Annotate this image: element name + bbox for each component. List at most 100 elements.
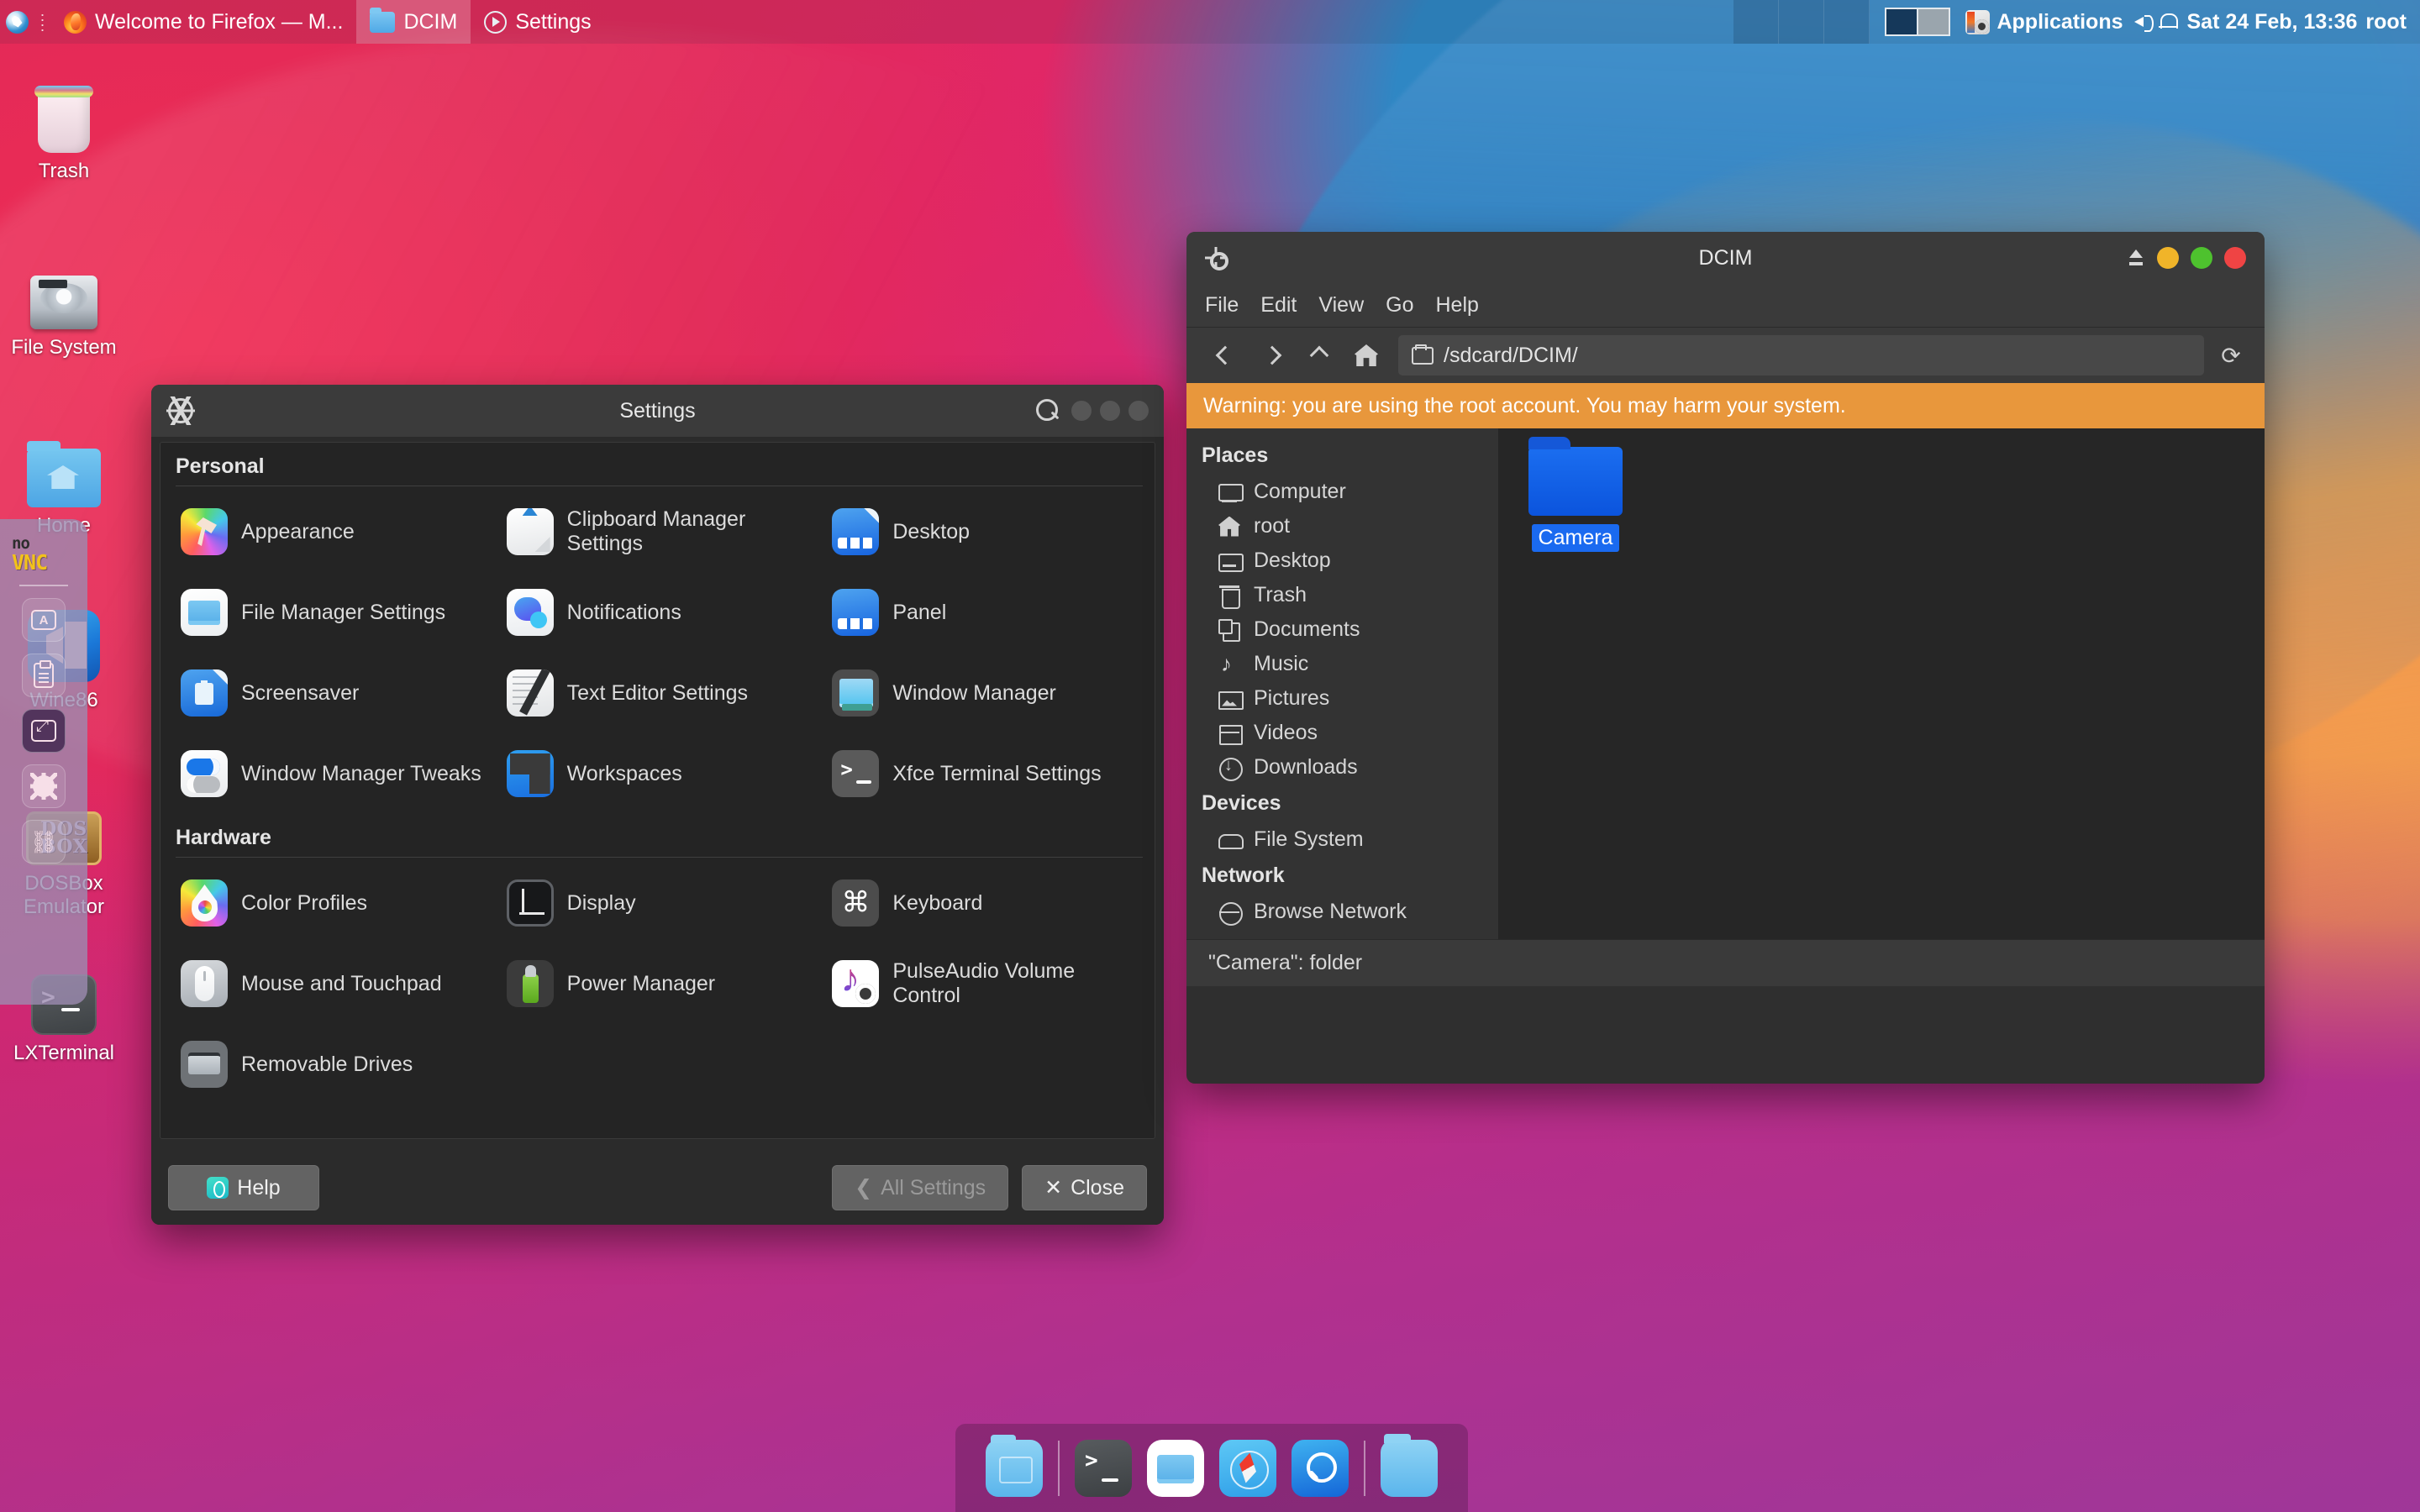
settings-item-appearance[interactable]: Appearance: [169, 491, 495, 572]
menu-go[interactable]: Go: [1386, 293, 1413, 318]
hard-drive-icon: [30, 276, 97, 329]
window-gear-icon[interactable]: [1205, 247, 1228, 270]
maximize-button[interactable]: [2191, 247, 2212, 269]
settings-window: Settings Personal Appearance Clipboard M…: [151, 385, 1164, 1225]
path-input[interactable]: /sdcard/DCIM/: [1398, 335, 2204, 375]
settings-item-panel[interactable]: Panel: [820, 572, 1146, 653]
eject-icon[interactable]: [2127, 248, 2145, 268]
computer-icon: [1218, 481, 1244, 503]
file-list-view[interactable]: Camera: [1499, 428, 2265, 939]
whisker-menu-icon[interactable]: [0, 0, 34, 44]
novnc-clipboard-button[interactable]: [22, 654, 66, 697]
help-icon: [207, 1177, 229, 1199]
close-settings-button[interactable]: ✕ Close: [1022, 1165, 1147, 1210]
clock[interactable]: Sat 24 Feb, 13:36: [2179, 10, 2366, 34]
sidebar-item-desktop[interactable]: Desktop: [1186, 543, 1498, 578]
back-icon[interactable]: [1202, 333, 1249, 377]
settings-item-clipboard-manager[interactable]: Clipboard Manager Settings: [495, 491, 821, 572]
menu-edit[interactable]: Edit: [1260, 293, 1297, 318]
dock-item-search[interactable]: [1292, 1439, 1349, 1497]
settings-item-xfce-terminal[interactable]: Xfce Terminal Settings: [820, 733, 1146, 814]
close-button[interactable]: [1128, 401, 1149, 421]
desktop-icon-file-system[interactable]: File System: [0, 252, 131, 360]
minimize-button[interactable]: [2157, 247, 2179, 269]
settings-item-file-manager[interactable]: File Manager Settings: [169, 572, 495, 653]
workspace-switcher[interactable]: [1878, 8, 1957, 36]
settings-item-window-manager-tweaks[interactable]: Window Manager Tweaks: [169, 733, 495, 814]
menu-view[interactable]: View: [1318, 293, 1364, 318]
dock-item-terminal[interactable]: [1075, 1439, 1132, 1497]
file-item-camera[interactable]: Camera: [1521, 437, 1630, 552]
sidebar-item-music[interactable]: Music: [1186, 647, 1498, 681]
novnc-fullscreen-button[interactable]: [22, 709, 66, 753]
applications-menu-button[interactable]: Applications: [1957, 0, 2131, 44]
settings-item-window-manager[interactable]: Window Manager: [820, 653, 1146, 733]
settings-item-pulseaudio[interactable]: PulseAudio Volume Control: [820, 943, 1146, 1024]
settings-item-color-profiles[interactable]: Color Profiles: [169, 863, 495, 943]
settings-item-display[interactable]: Display: [495, 863, 821, 943]
home-icon[interactable]: [1343, 333, 1390, 377]
settings-item-screensaver[interactable]: Screensaver: [169, 653, 495, 733]
novnc-keyboard-button[interactable]: A: [22, 598, 66, 642]
folder-icon: [1528, 437, 1623, 516]
volume-icon[interactable]: [2132, 9, 2157, 34]
settings-item-text-editor[interactable]: Text Editor Settings: [495, 653, 821, 733]
sidebar-item-trash[interactable]: Trash: [1186, 578, 1498, 612]
menu-file[interactable]: File: [1205, 293, 1239, 318]
bell-icon[interactable]: [2157, 10, 2179, 34]
settings-item-notifications[interactable]: Notifications: [495, 572, 821, 653]
clipboard-manager-icon: [506, 508, 554, 555]
settings-item-label: Desktop: [892, 519, 971, 543]
settings-window-title: Settings: [619, 398, 696, 423]
sidebar-item-documents[interactable]: Documents: [1186, 612, 1498, 647]
minimize-button[interactable]: [1071, 401, 1092, 421]
settings-item-label: Panel: [892, 600, 947, 624]
expand-icon: [31, 717, 56, 742]
close-button[interactable]: [2224, 247, 2246, 269]
sidebar-item-file-system[interactable]: File System: [1186, 822, 1498, 857]
settings-item-power-manager[interactable]: Power Manager: [495, 943, 821, 1024]
sidebar-item-videos[interactable]: Videos: [1186, 716, 1498, 750]
forward-icon[interactable]: [1249, 333, 1296, 377]
search-icon[interactable]: [1036, 399, 1060, 423]
menu-help[interactable]: Help: [1436, 293, 1479, 318]
dcim-titlebar[interactable]: DCIM: [1186, 232, 2265, 284]
sidebar-item-root[interactable]: root: [1186, 509, 1498, 543]
up-icon[interactable]: [1296, 333, 1343, 377]
file-manager-icon: [181, 589, 228, 636]
settings-item-workspaces[interactable]: Workspaces: [495, 733, 821, 814]
settings-item-keyboard[interactable]: Keyboard: [820, 863, 1146, 943]
username-label[interactable]: root: [2365, 10, 2420, 34]
novnc-settings-button[interactable]: [22, 764, 66, 808]
dock-item-file-manager[interactable]: [986, 1434, 1043, 1497]
panel-grip-icon[interactable]: [34, 0, 50, 44]
pictures-icon: [1218, 688, 1244, 710]
dock-item-files[interactable]: [1147, 1439, 1204, 1497]
all-settings-label: All Settings: [881, 1175, 986, 1200]
unlink-icon: ⛓: [29, 829, 58, 854]
settings-item-removable-drives[interactable]: Removable Drives: [169, 1024, 495, 1105]
desktop-icon-label: File System: [11, 336, 117, 359]
task-button-dcim[interactable]: DCIM: [356, 0, 471, 44]
settings-item-mouse-touchpad[interactable]: Mouse and Touchpad: [169, 943, 495, 1024]
sidebar-item-browse-network[interactable]: Browse Network: [1186, 895, 1498, 929]
maximize-button[interactable]: [1100, 401, 1120, 421]
task-button-settings[interactable]: Settings: [471, 0, 604, 44]
task-button-firefox[interactable]: Welcome to Firefox — M...: [50, 0, 356, 44]
sidebar-item-downloads[interactable]: Downloads: [1186, 750, 1498, 785]
help-button[interactable]: Help: [168, 1165, 319, 1210]
settings-titlebar[interactable]: Settings: [151, 385, 1164, 437]
sidebar-item-pictures[interactable]: Pictures: [1186, 681, 1498, 716]
reload-icon[interactable]: ⟳: [2212, 342, 2249, 370]
all-settings-button[interactable]: ❮ All Settings: [832, 1165, 1009, 1210]
root-warning-text: Warning: you are using the root account.…: [1203, 393, 1846, 417]
settings-item-desktop[interactable]: Desktop: [820, 491, 1146, 572]
sidebar-item-computer[interactable]: Computer: [1186, 475, 1498, 509]
workspace-pager[interactable]: [1733, 0, 1870, 44]
dock-item-folder[interactable]: [1381, 1433, 1438, 1497]
desktop-icon-trash[interactable]: Trash: [0, 76, 131, 183]
dock-item-browser[interactable]: [1219, 1439, 1276, 1497]
appearance-icon: [181, 508, 228, 555]
novnc-disconnect-button[interactable]: ⛓: [22, 820, 66, 864]
settings-item-label: Window Manager Tweaks: [241, 761, 481, 785]
